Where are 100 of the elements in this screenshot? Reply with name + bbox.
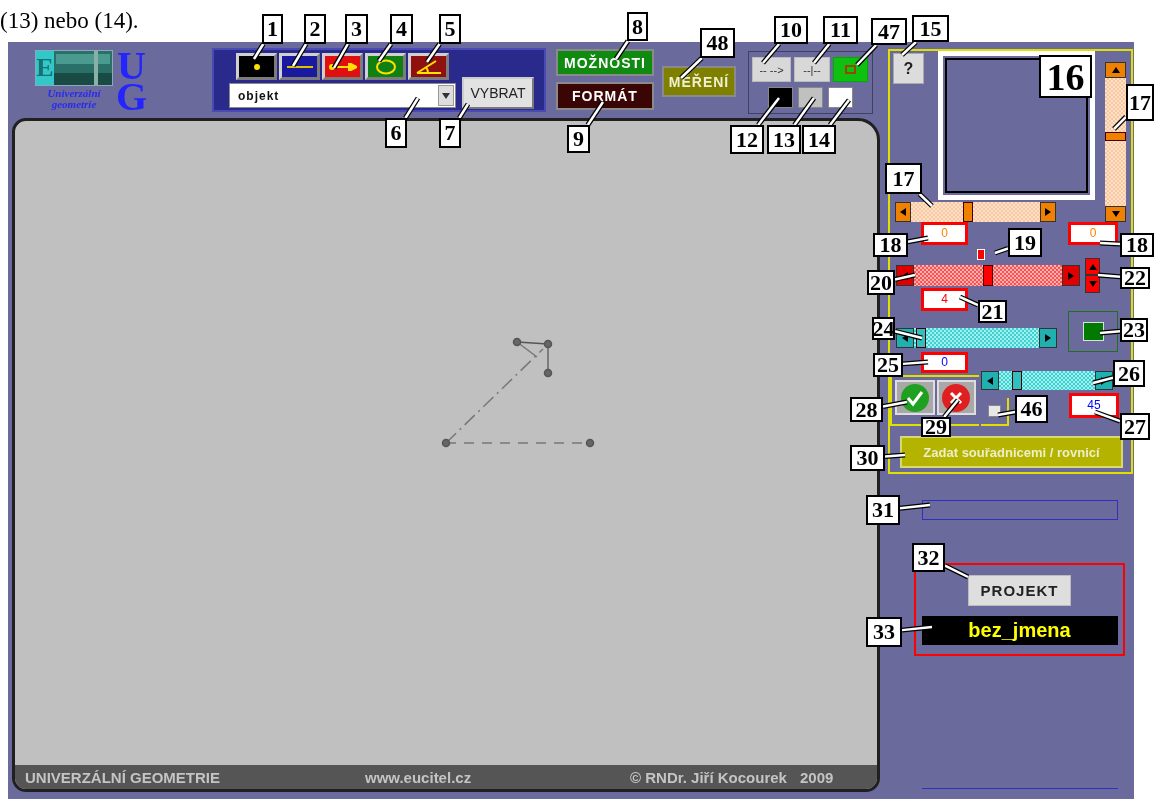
- value-field[interactable]: 45: [1069, 393, 1119, 418]
- value-field[interactable]: 0: [921, 352, 968, 373]
- logo-letter: U: [117, 50, 146, 81]
- callout-number: 27: [1120, 413, 1150, 440]
- leader-line: [907, 235, 929, 245]
- triangle-left-icon: [902, 334, 908, 342]
- leader-line: [902, 359, 929, 367]
- measure-button[interactable]: MĚŘENÍ: [662, 66, 736, 97]
- leader-line: [403, 96, 421, 120]
- tool-button[interactable]: [408, 53, 449, 80]
- callout-number: 11: [823, 16, 858, 44]
- callout-number: 2: [304, 14, 326, 44]
- marker-icon: [977, 249, 985, 260]
- leader-line: [884, 452, 906, 460]
- callout-number: 31: [866, 495, 900, 525]
- cancel-button[interactable]: [936, 380, 976, 415]
- leader-line: [1094, 409, 1121, 424]
- color-swatch[interactable]: [828, 87, 853, 108]
- left-arrow-button[interactable]: [895, 202, 911, 222]
- confirm-button[interactable]: [895, 380, 935, 415]
- callout-number: 5: [439, 14, 461, 44]
- dropdown-button[interactable]: [438, 85, 454, 106]
- slider-thumb[interactable]: [916, 328, 927, 348]
- input-field[interactable]: [922, 500, 1118, 520]
- angle-slider[interactable]: [999, 371, 1095, 390]
- triangle-right-icon: [1045, 208, 1051, 216]
- slider-thumb[interactable]: [1011, 371, 1022, 390]
- down-arrow-button[interactable]: [1085, 275, 1100, 293]
- callout-number: 19: [1008, 228, 1042, 257]
- callout-number: 9: [567, 125, 590, 153]
- triangle-right-icon: [1045, 334, 1051, 342]
- square-icon: [845, 65, 856, 74]
- color-button[interactable]: [1082, 322, 1104, 341]
- leader-line: [331, 42, 350, 70]
- leader-line: [812, 42, 832, 65]
- tool-button[interactable]: [279, 53, 320, 80]
- tool-button[interactable]: [236, 53, 277, 80]
- callout-number: 6: [385, 118, 407, 148]
- leader-line: [855, 43, 878, 67]
- callout-number: 3: [345, 14, 368, 44]
- leader-line: [828, 98, 851, 127]
- line-style-button[interactable]: -- -->: [752, 57, 791, 82]
- arrow-icon: [328, 62, 357, 71]
- callout-number: 24: [872, 317, 895, 340]
- footer-text[interactable]: www.eucitel.cz: [365, 768, 630, 786]
- triangle-up-icon: [1088, 263, 1097, 270]
- triangle-down-icon: [1088, 281, 1097, 287]
- leader-line: [1099, 328, 1121, 336]
- object-select[interactable]: objekt: [229, 83, 456, 108]
- callout-number: 13: [767, 125, 801, 154]
- callout-number: 8: [627, 12, 648, 41]
- scroll-thumb[interactable]: [1105, 131, 1126, 141]
- value-field[interactable]: 4: [921, 288, 968, 311]
- callout-number: 22: [1120, 267, 1150, 289]
- logo-letter: E: [36, 51, 54, 85]
- callout-number: 18: [1120, 233, 1154, 257]
- triangle-down-icon: [442, 92, 450, 99]
- leader-line: [958, 294, 980, 308]
- footer-text: UNIVERZÁLNÍ GEOMETRIE: [25, 768, 221, 786]
- up-arrow-button[interactable]: [1105, 62, 1126, 78]
- scroll-thumb[interactable]: [962, 202, 973, 222]
- callout-number: 23: [1120, 318, 1148, 342]
- callout-number: 26: [1113, 360, 1145, 387]
- select-button[interactable]: VYBRAT: [462, 77, 534, 109]
- toggle-button[interactable]: [833, 57, 868, 82]
- up-arrow-button[interactable]: [1085, 258, 1100, 275]
- triangle-down-icon: [1111, 211, 1120, 217]
- slider-thumb[interactable]: [983, 265, 993, 286]
- tool-button[interactable]: [322, 53, 363, 80]
- point-icon: [253, 63, 260, 70]
- leader-line: [792, 96, 817, 127]
- leader-line: [894, 328, 923, 341]
- line-style-button[interactable]: --|--: [794, 57, 830, 82]
- angle-icon: [415, 59, 442, 74]
- logo-letter: G: [115, 81, 148, 112]
- right-arrow-button[interactable]: [1040, 202, 1056, 222]
- down-arrow-button[interactable]: [1105, 206, 1126, 222]
- tool-button[interactable]: [365, 53, 406, 80]
- triangle-up-icon: [1111, 67, 1120, 73]
- callout-number: 18: [873, 233, 908, 257]
- callout-number: 20: [867, 270, 895, 295]
- format-button[interactable]: FORMÁT: [556, 82, 654, 110]
- footer-text: 2009: [800, 768, 835, 786]
- leader-line: [290, 42, 309, 68]
- left-arrow-button[interactable]: [981, 371, 999, 390]
- callout-number: 48: [700, 28, 735, 58]
- help-button[interactable]: ?: [893, 53, 924, 84]
- leader-line: [756, 96, 781, 127]
- triangle-right-icon: [1068, 271, 1074, 280]
- right-arrow-button[interactable]: [1039, 328, 1057, 348]
- leader-line: [585, 100, 606, 127]
- callout-number: 47: [871, 18, 907, 45]
- callout-number: 30: [850, 445, 885, 471]
- options-button[interactable]: MOŽNOSTI: [556, 49, 654, 76]
- rotation-slider[interactable]: [914, 328, 1039, 348]
- check-icon: [899, 382, 930, 413]
- callout-number: 4: [390, 14, 413, 44]
- callout-number: 25: [873, 353, 903, 377]
- project-button[interactable]: PROJEKT: [968, 575, 1071, 606]
- checkbox[interactable]: [987, 405, 1001, 417]
